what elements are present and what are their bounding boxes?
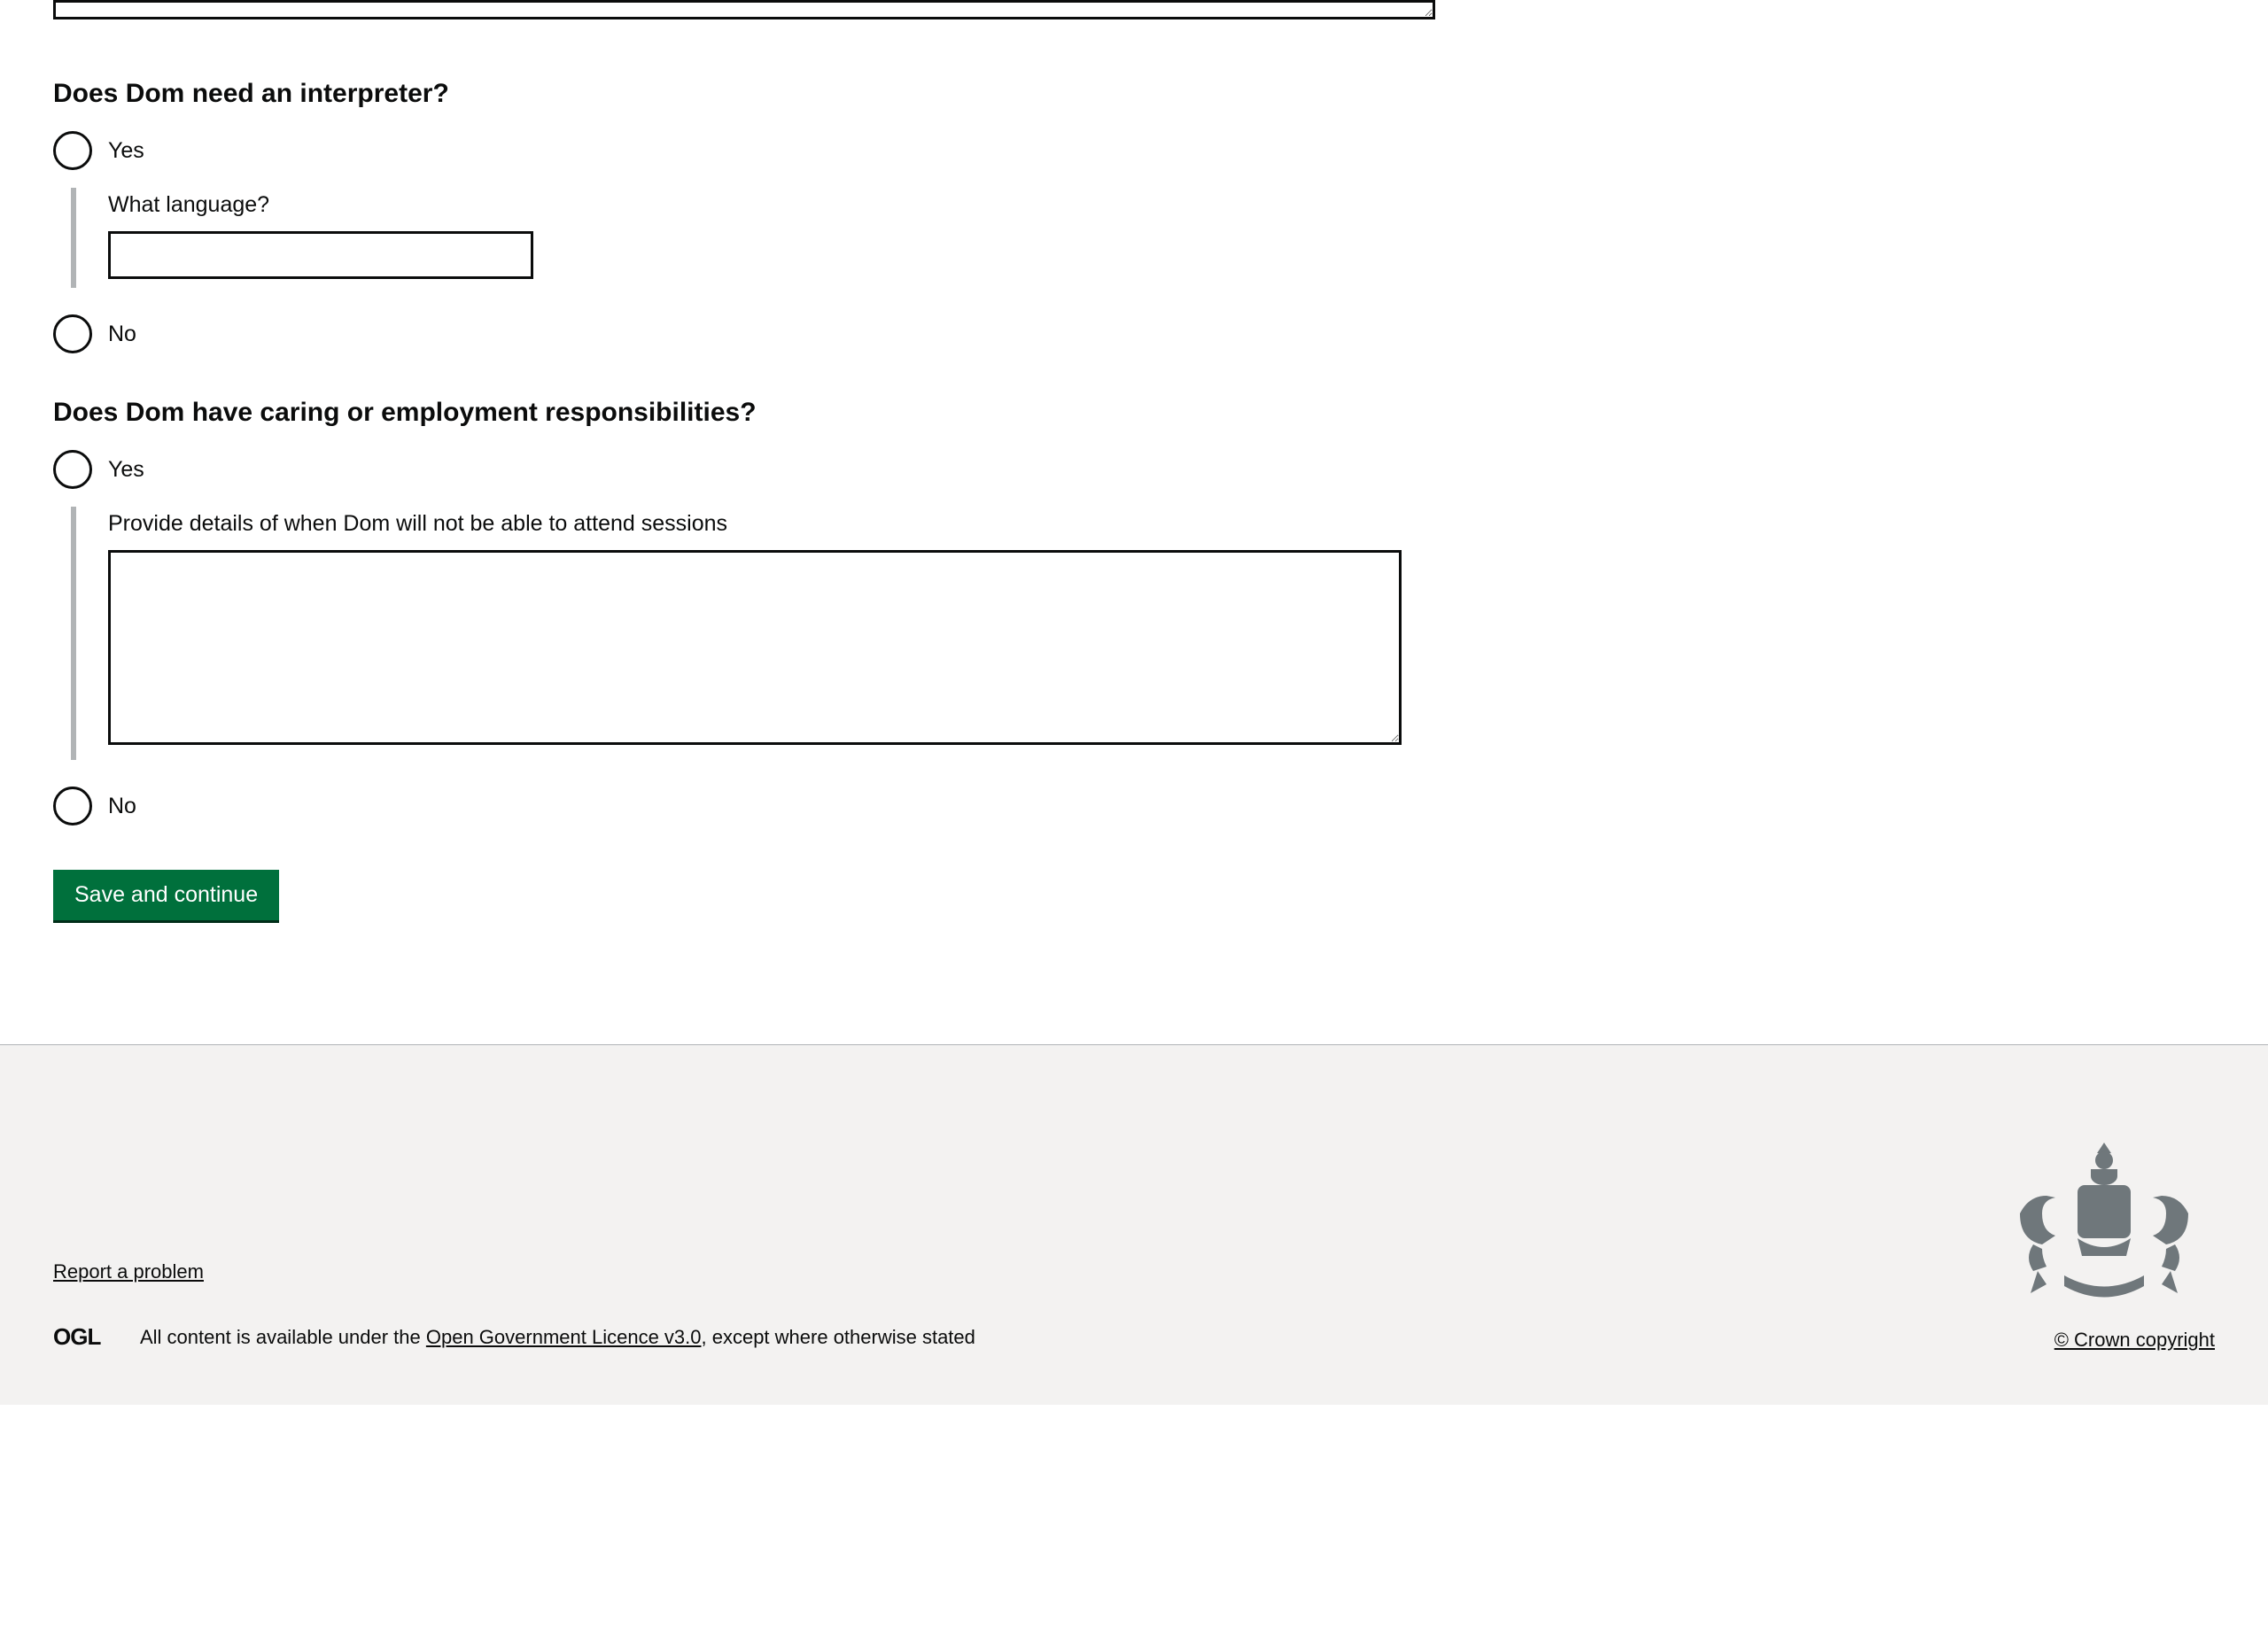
caring-yes-label[interactable]: Yes — [108, 457, 144, 483]
details-textarea[interactable] — [108, 550, 1402, 745]
caring-fieldset: Does Dom have caring or employment respo… — [53, 398, 2215, 826]
page-footer: Report a problem OGL All content is avai… — [0, 1044, 2268, 1405]
licence-row: OGL All content is available under the O… — [53, 1323, 1993, 1352]
footer-right: © Crown copyright — [1993, 1134, 2215, 1352]
interpreter-yes-label[interactable]: Yes — [108, 138, 144, 164]
interpreter-no-label[interactable]: No — [108, 322, 136, 347]
royal-crest-icon — [1993, 1134, 2215, 1311]
footer-left: Report a problem OGL All content is avai… — [53, 1260, 1993, 1352]
caring-no-item: No — [53, 787, 2215, 826]
details-label: Provide details of when Dom will not be … — [108, 511, 2215, 537]
caring-legend: Does Dom have caring or employment respo… — [53, 398, 2215, 428]
top-textarea[interactable] — [53, 0, 1435, 19]
report-problem-link[interactable]: Report a problem — [53, 1260, 204, 1283]
language-label: What language? — [108, 192, 2215, 218]
interpreter-yes-radio[interactable] — [53, 131, 92, 170]
interpreter-fieldset: Does Dom need an interpreter? Yes What l… — [53, 79, 2215, 353]
caring-yes-item: Yes — [53, 450, 2215, 489]
licence-suffix: , except where otherwise stated — [702, 1326, 975, 1348]
crown-copyright-link[interactable]: © Crown copyright — [2054, 1329, 2215, 1352]
interpreter-no-item: No — [53, 314, 2215, 353]
save-and-continue-button[interactable]: Save and continue — [53, 870, 279, 920]
ogl-logo-icon: OGL — [53, 1323, 124, 1352]
licence-prefix: All content is available under the — [140, 1326, 426, 1348]
licence-text: All content is available under the Open … — [140, 1326, 975, 1349]
interpreter-no-radio[interactable] — [53, 314, 92, 353]
language-input[interactable] — [108, 231, 533, 279]
interpreter-yes-item: Yes — [53, 131, 2215, 170]
caring-yes-radio[interactable] — [53, 450, 92, 489]
licence-link[interactable]: Open Government Licence v3.0 — [426, 1326, 702, 1348]
caring-no-label[interactable]: No — [108, 794, 136, 819]
interpreter-conditional: What language? — [71, 188, 2215, 288]
caring-conditional: Provide details of when Dom will not be … — [71, 507, 2215, 760]
interpreter-legend: Does Dom need an interpreter? — [53, 79, 2215, 109]
caring-no-radio[interactable] — [53, 787, 92, 826]
svg-text:OGL: OGL — [53, 1323, 101, 1350]
